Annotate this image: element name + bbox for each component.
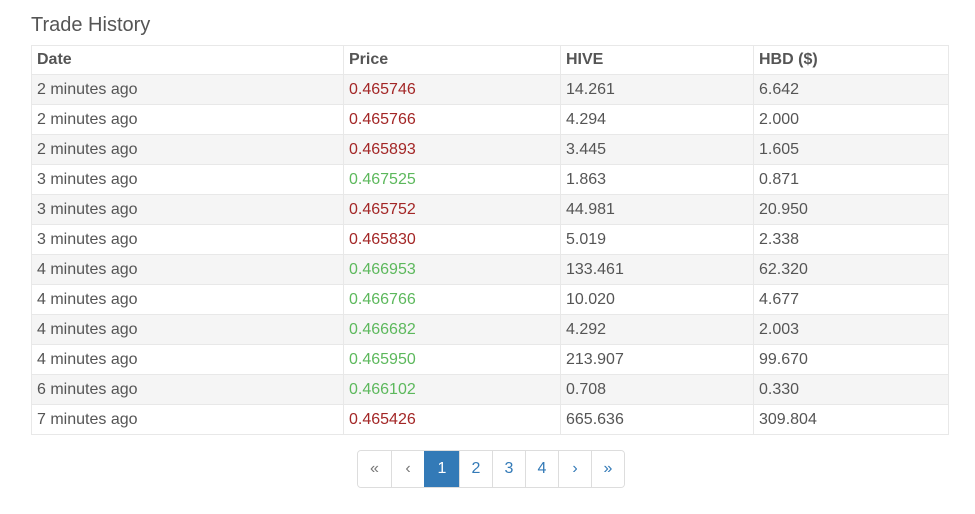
table-row: 7 minutes ago 0.465426 665.636 309.804 [31,404,949,435]
cell-date: 2 minutes ago [31,104,344,135]
cell-date: 2 minutes ago [31,74,344,105]
cell-hbd: 0.330 [753,374,949,405]
cell-hbd: 20.950 [753,194,949,225]
page-2-button[interactable]: 2 [459,451,492,487]
table-row: 3 minutes ago 0.467525 1.863 0.871 [31,164,949,195]
cell-hive: 133.461 [560,254,754,285]
cell-hive: 665.636 [560,404,754,435]
table-row: 3 minutes ago 0.465752 44.981 20.950 [31,194,949,225]
cell-hive: 1.863 [560,164,754,195]
cell-date: 6 minutes ago [31,374,344,405]
cell-price: 0.465893 [343,134,561,165]
cell-hbd: 1.605 [753,134,949,165]
table-row: 2 minutes ago 0.465766 4.294 2.000 [31,104,949,135]
table-row: 4 minutes ago 0.466766 10.020 4.677 [31,284,949,315]
cell-date: 3 minutes ago [31,224,344,255]
table-row: 4 minutes ago 0.466682 4.292 2.003 [31,314,949,345]
cell-price: 0.467525 [343,164,561,195]
cell-price: 0.465746 [343,74,561,105]
table-header-row: Date Price HIVE HBD ($) [31,45,949,75]
cell-hbd: 4.677 [753,284,949,315]
cell-price: 0.465766 [343,104,561,135]
cell-hbd: 0.871 [753,164,949,195]
pagination: « ‹ 1 2 3 4 › » [357,450,625,488]
cell-hive: 213.907 [560,344,754,375]
next-page-button[interactable]: › [558,451,591,487]
table-row: 4 minutes ago 0.466953 133.461 62.320 [31,254,949,285]
page-3-button[interactable]: 3 [492,451,525,487]
cell-hive: 5.019 [560,224,754,255]
cell-date: 4 minutes ago [31,284,344,315]
prev-page-button[interactable]: ‹ [391,451,424,487]
cell-hbd: 2.000 [753,104,949,135]
cell-hive: 4.292 [560,314,754,345]
cell-hbd: 62.320 [753,254,949,285]
column-header-date: Date [31,45,344,75]
cell-date: 4 minutes ago [31,314,344,345]
cell-price: 0.465950 [343,344,561,375]
cell-hbd: 309.804 [753,404,949,435]
first-page-button[interactable]: « [358,451,391,487]
cell-price: 0.465830 [343,224,561,255]
cell-hive: 3.445 [560,134,754,165]
cell-hive: 14.261 [560,74,754,105]
cell-price: 0.466102 [343,374,561,405]
cell-price: 0.466682 [343,314,561,345]
cell-hive: 44.981 [560,194,754,225]
cell-price: 0.466953 [343,254,561,285]
cell-price: 0.466766 [343,284,561,315]
page-title: Trade History [31,14,151,36]
cell-date: 7 minutes ago [31,404,344,435]
cell-price: 0.465752 [343,194,561,225]
cell-date: 2 minutes ago [31,134,344,165]
trade-history-table: Date Price HIVE HBD ($) 2 minutes ago 0.4… [31,45,949,435]
column-header-price: Price [343,45,561,75]
last-page-button[interactable]: » [591,451,624,487]
cell-date: 4 minutes ago [31,344,344,375]
column-header-hive: HIVE [560,45,754,75]
table-row: 4 minutes ago 0.465950 213.907 99.670 [31,344,949,375]
table-row: 3 minutes ago 0.465830 5.019 2.338 [31,224,949,255]
trade-rows: 2 minutes ago 0.465746 14.261 6.642 2 minute… [31,74,949,435]
page-4-button[interactable]: 4 [525,451,558,487]
page-1-button[interactable]: 1 [424,451,459,487]
column-header-hbd: HBD ($) [753,45,949,75]
table-row: 2 minutes ago 0.465893 3.445 1.605 [31,134,949,165]
cell-hbd: 6.642 [753,74,949,105]
cell-date: 3 minutes ago [31,194,344,225]
cell-date: 4 minutes ago [31,254,344,285]
cell-hive: 0.708 [560,374,754,405]
cell-hive: 4.294 [560,104,754,135]
table-row: 6 minutes ago 0.466102 0.708 0.330 [31,374,949,405]
cell-hbd: 2.003 [753,314,949,345]
cell-hbd: 99.670 [753,344,949,375]
cell-price: 0.465426 [343,404,561,435]
cell-hive: 10.020 [560,284,754,315]
cell-hbd: 2.338 [753,224,949,255]
table-row: 2 minutes ago 0.465746 14.261 6.642 [31,74,949,105]
cell-date: 3 minutes ago [31,164,344,195]
